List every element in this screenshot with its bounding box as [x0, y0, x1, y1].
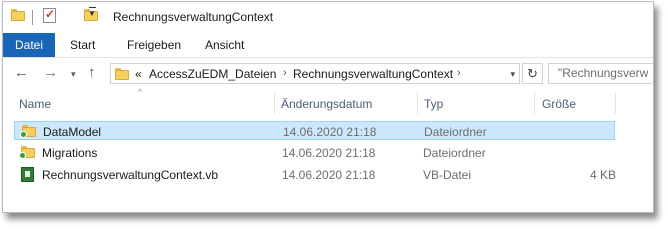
file-type: Dateiordner — [424, 125, 487, 139]
file-date: 14.06.2020 21:18 — [282, 168, 376, 182]
column-date[interactable]: Änderungsdatum — [281, 97, 372, 111]
refresh-button[interactable]: ↻ — [522, 63, 543, 84]
column-divider[interactable] — [274, 92, 275, 114]
properties-icon[interactable] — [43, 7, 56, 23]
folder-icon — [115, 68, 129, 80]
breadcrumb-item[interactable]: RechnungsverwaltungContext — [293, 67, 453, 81]
file-date: 14.06.2020 21:18 — [282, 146, 376, 160]
file-type: Dateiordner — [423, 146, 486, 160]
folder-icon — [11, 9, 25, 21]
tab-start[interactable]: Start — [70, 33, 95, 57]
search-input[interactable]: "Rechnungsverw — [548, 63, 653, 84]
chevron-right-icon[interactable]: › — [457, 67, 461, 79]
chevron-down-icon[interactable]: ▼ — [88, 7, 96, 18]
ribbon: Datei Start Freigeben Ansicht — [3, 33, 653, 58]
back-button[interactable]: ← — [14, 65, 29, 81]
column-headers: ^ Name Änderungsdatum Typ Größe — [3, 87, 653, 115]
folder-icon — [20, 125, 36, 138]
chevron-down-icon[interactable]: ▾ — [510, 69, 515, 80]
address-bar[interactable]: « AccessZuEDM_Dateien › Rechnungsverwalt… — [110, 63, 520, 84]
tab-file[interactable]: Datei — [3, 33, 55, 57]
sync-badge-icon — [20, 131, 27, 138]
up-button[interactable]: ↑ — [88, 65, 96, 81]
sort-up-icon: ^ — [138, 87, 143, 97]
list-item[interactable]: Migrations 14.06.2020 21:18 Dateiordner — [14, 143, 615, 162]
breadcrumb-item[interactable]: AccessZuEDM_Dateien — [149, 67, 276, 81]
file-size: 4 KB — [590, 168, 617, 182]
title-separator — [32, 10, 33, 25]
file-name: DataModel — [43, 125, 102, 139]
recent-locations-dropdown[interactable]: ▾ — [71, 66, 76, 82]
file-name: Migrations — [42, 146, 98, 160]
column-size[interactable]: Größe — [542, 97, 576, 111]
chevron-right-icon[interactable]: › — [283, 67, 287, 79]
folder-icon — [19, 146, 35, 159]
navigation-bar: ← → ▾ ↑ « AccessZuEDM_Dateien › Rechnung… — [3, 59, 653, 89]
title-bar: ▼ RechnungsverwaltungContext — [3, 2, 653, 32]
window-title: RechnungsverwaltungContext — [113, 10, 274, 24]
tab-view[interactable]: Ansicht — [205, 33, 244, 57]
explorer-window: ▼ RechnungsverwaltungContext Datei Start… — [2, 1, 654, 213]
column-type[interactable]: Typ — [424, 97, 443, 111]
breadcrumb-overflow[interactable]: « — [135, 67, 142, 81]
forward-button[interactable]: → — [43, 65, 58, 81]
file-date: 14.06.2020 21:18 — [283, 125, 377, 139]
column-name[interactable]: Name — [19, 97, 51, 111]
list-item[interactable]: DataModel 14.06.2020 21:18 Dateiordner — [14, 121, 615, 140]
list-item[interactable]: RechnungsverwaltungContext.vb 14.06.2020… — [14, 165, 617, 184]
column-divider[interactable] — [615, 92, 616, 114]
tab-share[interactable]: Freigeben — [127, 33, 181, 57]
file-type: VB-Datei — [423, 168, 472, 182]
column-divider[interactable] — [534, 92, 535, 114]
sync-badge-icon — [19, 152, 26, 159]
column-divider[interactable] — [417, 92, 418, 114]
vb-file-icon — [21, 167, 34, 182]
file-name: RechnungsverwaltungContext.vb — [42, 168, 219, 182]
